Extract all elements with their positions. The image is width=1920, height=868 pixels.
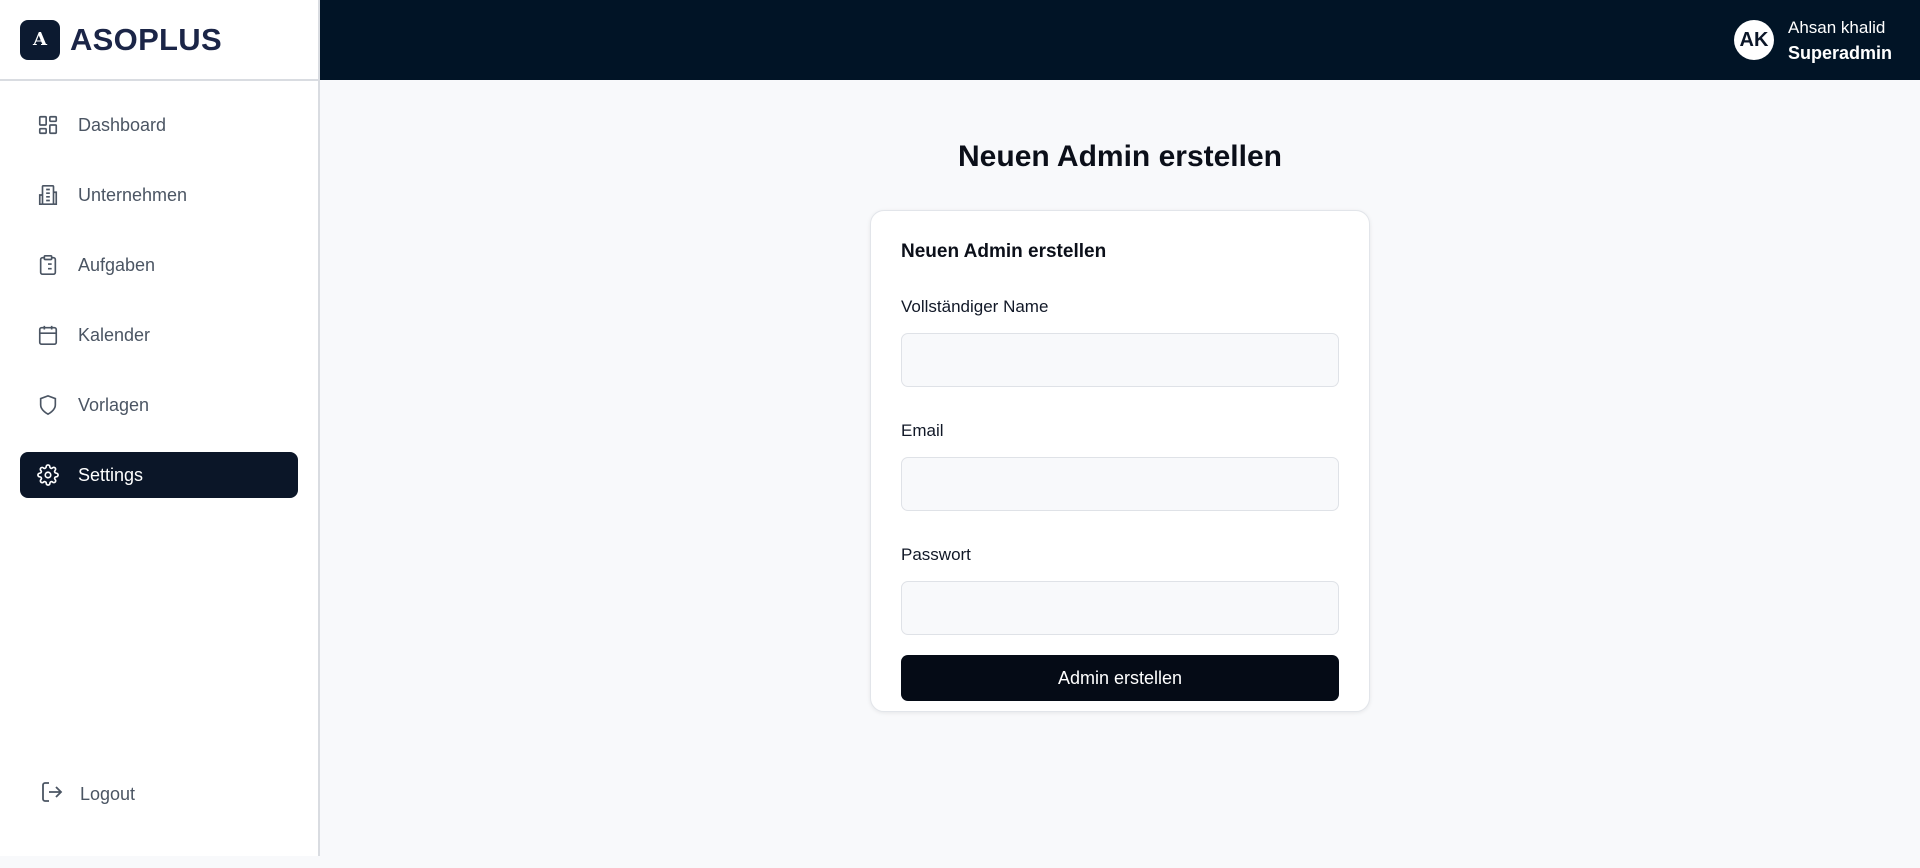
sidebar-item-vorlagen[interactable]: Vorlagen xyxy=(20,382,298,428)
create-admin-button[interactable]: Admin erstellen xyxy=(901,655,1339,701)
sidebar-item-dashboard[interactable]: Dashboard xyxy=(20,102,298,148)
sidebar: A ASOPLUS Dashboard Unternehmen Aufgaben… xyxy=(0,0,320,856)
avatar[interactable]: AK xyxy=(1734,20,1774,60)
full-name-field[interactable] xyxy=(901,333,1339,387)
page-title: Neuen Admin erstellen xyxy=(958,140,1282,173)
password-field[interactable] xyxy=(901,581,1339,635)
brand-name: ASOPLUS xyxy=(70,21,222,57)
gear-icon xyxy=(36,463,60,487)
logo-icon: A xyxy=(20,19,60,60)
create-admin-form: Neuen Admin erstellen Vollständiger Name… xyxy=(870,210,1370,712)
shield-icon xyxy=(36,393,60,417)
logout-label: Logout xyxy=(80,783,136,804)
logout-button[interactable]: Logout xyxy=(40,780,135,808)
sidebar-nav: Dashboard Unternehmen Aufgaben Kalender … xyxy=(20,102,298,522)
dashboard-icon xyxy=(36,113,60,137)
email-field[interactable] xyxy=(901,457,1339,511)
name-label: Vollständiger Name xyxy=(901,297,1049,316)
top-header: AK Ahsan khalid Superadmin xyxy=(320,0,1920,80)
sidebar-bottom-strip xyxy=(0,856,320,868)
sidebar-item-label: Vorlagen xyxy=(78,394,150,415)
logout-icon xyxy=(40,780,64,809)
calendar-icon xyxy=(36,323,60,347)
sidebar-item-label: Aufgaben xyxy=(78,254,156,275)
sidebar-item-unternehmen[interactable]: Unternehmen xyxy=(20,172,298,218)
form-title: Neuen Admin erstellen xyxy=(901,241,1107,262)
building-icon xyxy=(36,183,60,207)
sidebar-item-kalender[interactable]: Kalender xyxy=(20,312,298,358)
brand[interactable]: A ASOPLUS xyxy=(0,0,318,81)
user-name: Ahsan khalid xyxy=(1788,18,1886,37)
sidebar-item-aufgaben[interactable]: Aufgaben xyxy=(20,242,298,288)
password-label: Passwort xyxy=(901,545,971,564)
sidebar-item-label: Dashboard xyxy=(78,114,167,135)
sidebar-item-label: Unternehmen xyxy=(78,184,188,205)
email-label: Email xyxy=(901,421,944,440)
user-role: Superadmin xyxy=(1788,43,1893,63)
clipboard-icon xyxy=(36,253,60,277)
sidebar-item-label: Kalender xyxy=(78,324,151,345)
user-info[interactable]: Ahsan khalid Superadmin xyxy=(1788,16,1892,66)
sidebar-item-label: Settings xyxy=(78,464,144,485)
app-root: A ASOPLUS Dashboard Unternehmen Aufgaben… xyxy=(0,0,1920,868)
sidebar-item-settings[interactable]: Settings xyxy=(20,452,298,498)
